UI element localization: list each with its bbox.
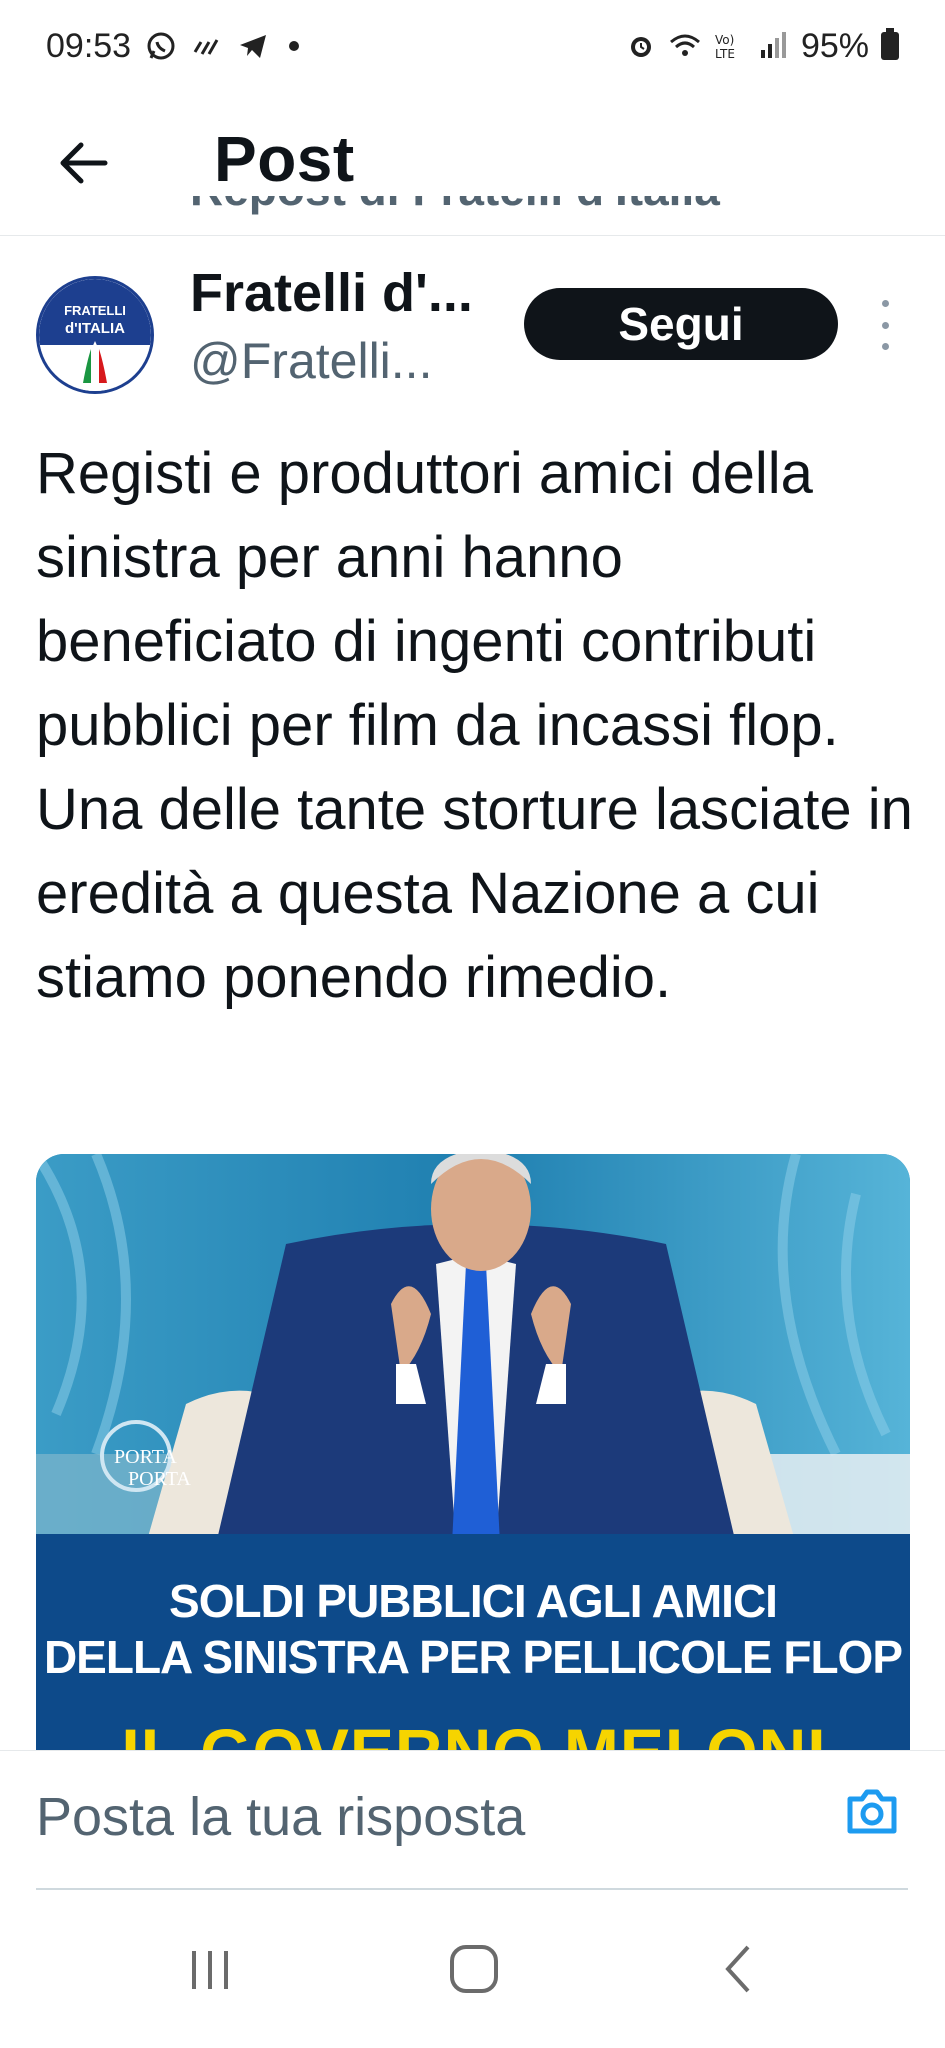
author-handle[interactable]: @Fratelli... bbox=[190, 332, 432, 390]
repost-label-text: Repost di Fratelli d'Italia bbox=[190, 196, 720, 216]
system-nav-bar bbox=[0, 1890, 945, 2048]
alarm-icon bbox=[625, 30, 657, 62]
more-dot-icon bbox=[881, 343, 889, 350]
camera-button[interactable] bbox=[840, 1779, 904, 1843]
back-chevron-icon bbox=[725, 1945, 750, 1993]
status-left: 09:53 bbox=[46, 26, 300, 66]
caption-line-1: SOLDI PUBBLICI AGLI AMICI bbox=[169, 1575, 778, 1627]
arrow-left-icon bbox=[60, 142, 108, 184]
logo-line2: PORTA bbox=[128, 1468, 191, 1490]
home-button[interactable] bbox=[434, 1934, 514, 2004]
more-dot-icon bbox=[881, 321, 889, 329]
signal-activity-icon bbox=[191, 30, 223, 62]
cell-signal-icon bbox=[757, 30, 789, 62]
svg-text:LTE: LTE bbox=[715, 47, 735, 61]
more-options-button[interactable] bbox=[870, 300, 900, 350]
reply-input[interactable] bbox=[36, 1785, 796, 1849]
volte-icon: Vo) LTE bbox=[713, 30, 745, 62]
follow-button[interactable]: Segui bbox=[524, 288, 838, 360]
author-name[interactable]: Fratelli d'... bbox=[190, 262, 473, 324]
caption-line-3-clipped: IL GOVERNO MELONI bbox=[84, 1714, 864, 1750]
svg-text:Vo): Vo) bbox=[715, 33, 734, 47]
back-button[interactable] bbox=[52, 132, 114, 194]
telegram-icon bbox=[237, 30, 269, 62]
caption-line-3: IL GOVERNO MELONI bbox=[84, 1714, 864, 1750]
recents-icon bbox=[192, 1951, 228, 1989]
notification-dot-icon bbox=[289, 41, 300, 51]
camera-icon bbox=[847, 1789, 897, 1834]
avatar-line2: d'ITALIA bbox=[65, 320, 125, 337]
porta-a-porta-logo: PORTA PORTA bbox=[80, 1426, 191, 1506]
recents-button[interactable] bbox=[170, 1934, 250, 2004]
status-time: 09:53 bbox=[46, 26, 132, 65]
wifi-icon bbox=[669, 30, 701, 62]
battery-percent: 95% bbox=[800, 26, 869, 65]
status-bar: 09:53 Vo) LTE 95% bbox=[0, 0, 945, 92]
whatsapp-icon bbox=[145, 30, 177, 62]
repost-label[interactable]: Repost di Fratelli d'Italia bbox=[190, 196, 850, 236]
avatar-line1: FRATELLI bbox=[64, 303, 126, 318]
fratelli-italia-logo-icon: FRATELLI d'ITALIA bbox=[39, 279, 151, 391]
avatar[interactable]: FRATELLI d'ITALIA bbox=[36, 276, 154, 394]
home-icon bbox=[450, 1945, 498, 1993]
more-dot-icon bbox=[881, 300, 889, 307]
page-title: Post bbox=[214, 123, 355, 195]
post-text: Registi e produttori amici della sinistr… bbox=[36, 441, 913, 1010]
status-right: Vo) LTE 95% bbox=[625, 27, 899, 66]
battery-icon bbox=[881, 28, 899, 60]
logo-line1: PORTA bbox=[114, 1446, 177, 1468]
system-back-button[interactable] bbox=[700, 1934, 780, 2004]
reply-composer bbox=[0, 1750, 945, 1891]
caption-line-2: DELLA SINISTRA PER PELLICOLE FLOP bbox=[43, 1631, 903, 1683]
post-media-video[interactable]: PORTA PORTA SOLDI PUBBLICI AGLI AMICI DE… bbox=[36, 1154, 910, 1750]
